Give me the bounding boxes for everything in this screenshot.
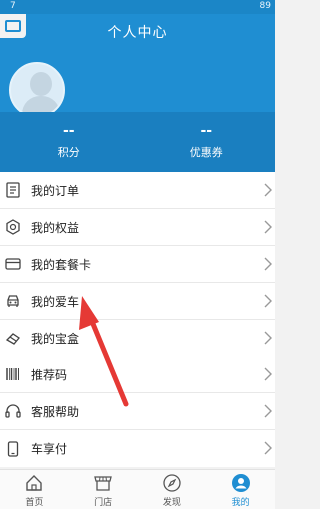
menu-item-my-car[interactable]: 我的爱车	[0, 283, 275, 320]
menu-group-account: 我的订单 我的权益 我的套餐卡 我的爱车 我的宝盒	[0, 172, 275, 357]
chevron-right-icon	[264, 367, 272, 381]
menu-item-orders[interactable]: 我的订单	[0, 172, 275, 209]
menu-item-benefits[interactable]: 我的权益	[0, 209, 275, 246]
profile-header: 个人中心 -- 积分 -- 优惠券	[0, 14, 275, 172]
stat-coupons[interactable]: -- 优惠券	[138, 112, 276, 172]
document-icon	[5, 182, 21, 198]
chevron-right-icon	[264, 183, 272, 197]
chevron-right-icon	[264, 441, 272, 455]
tab-stores[interactable]: 门店	[69, 470, 138, 509]
menu-item-package-card[interactable]: 我的套餐卡	[0, 246, 275, 283]
phone-icon	[5, 440, 21, 457]
tab-home[interactable]: 首页	[0, 470, 69, 509]
stat-points[interactable]: -- 积分	[0, 112, 138, 172]
compass-icon	[163, 474, 181, 492]
card-icon	[5, 256, 21, 272]
menu-item-label: 我的宝盒	[31, 332, 80, 346]
tab-mine[interactable]: 我的	[206, 470, 275, 509]
menu-item-customer-service[interactable]: 客服帮助	[0, 393, 275, 430]
chevron-right-icon	[264, 257, 272, 271]
chevron-right-icon	[264, 331, 272, 345]
gem-icon	[5, 331, 21, 347]
chevron-right-icon	[264, 294, 272, 308]
user-icon	[231, 474, 250, 492]
menu-item-label: 我的爱车	[31, 294, 80, 309]
menu-item-referral-code[interactable]: 推荐码	[0, 356, 275, 393]
headset-icon	[5, 403, 21, 419]
page-title: 个人中心	[107, 25, 168, 41]
status-battery: 89	[259, 1, 271, 11]
status-time: 7	[10, 1, 16, 11]
menu-item-label: 我的权益	[31, 220, 80, 235]
stat-label: 优惠券	[189, 146, 223, 159]
tab-label: 门店	[94, 498, 113, 508]
stat-value: --	[200, 123, 213, 139]
stat-value: --	[62, 123, 75, 139]
store-icon	[94, 476, 112, 491]
tab-label: 首页	[25, 498, 44, 508]
barcode-icon	[5, 366, 21, 382]
menu-item-car-pay[interactable]: 车享付	[0, 430, 275, 467]
bottom-tab-bar: 首页 门店 发现 我的	[0, 469, 275, 509]
avatar[interactable]	[9, 62, 65, 118]
menu-group-services: 推荐码 客服帮助 车享付	[0, 356, 275, 467]
badge-icon	[5, 219, 21, 235]
car-icon	[5, 293, 21, 309]
tab-discover[interactable]: 发现	[138, 470, 207, 509]
status-bar: 7 89	[0, 0, 275, 14]
stat-label: 积分	[57, 146, 80, 159]
home-icon	[26, 475, 43, 491]
tab-label: 发现	[162, 498, 181, 508]
menu-item-label: 车享付	[31, 442, 68, 456]
chevron-right-icon	[264, 404, 272, 418]
tab-label: 我的	[231, 498, 250, 508]
menu-item-treasure-box[interactable]: 我的宝盒	[0, 320, 275, 357]
chevron-right-icon	[264, 220, 272, 234]
menu-item-label: 客服帮助	[31, 404, 80, 419]
menu-item-label: 我的订单	[31, 183, 80, 198]
stats-bar: -- 积分 -- 优惠券	[0, 112, 275, 172]
menu-item-label: 推荐码	[31, 367, 68, 382]
menu-item-label: 我的套餐卡	[31, 257, 92, 272]
